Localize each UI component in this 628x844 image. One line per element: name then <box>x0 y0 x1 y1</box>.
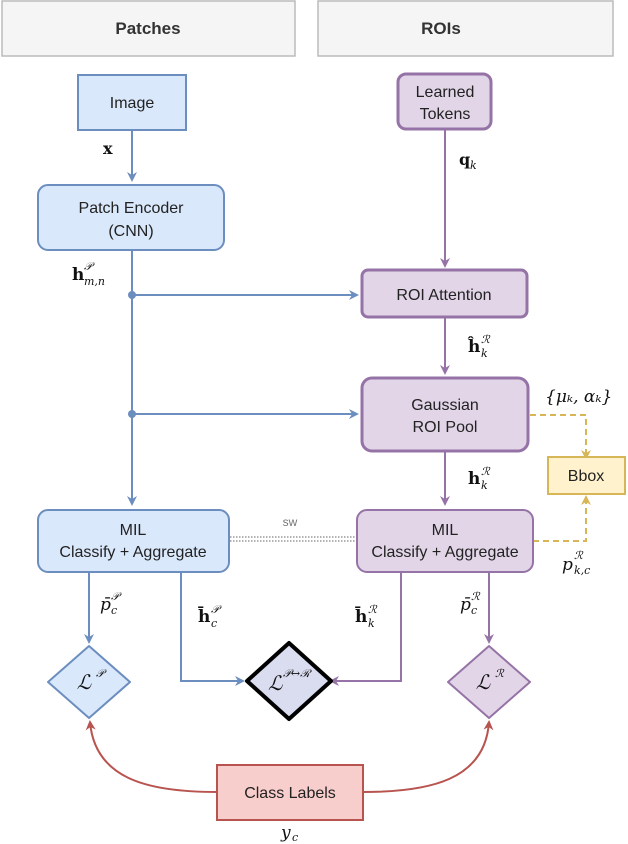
svg-text:ℒ: ℒ <box>476 670 491 694</box>
svg-text:q: q <box>459 150 470 169</box>
svg-text:ℒ: ℒ <box>268 671 283 695</box>
edge-pool-to-bbox <box>530 414 591 460</box>
svg-text:ĥ: ĥ <box>467 336 480 357</box>
label-h-mn: h 𝒫 m,n <box>72 260 105 288</box>
svg-text:c: c <box>211 617 217 630</box>
svg-text:c: c <box>471 604 477 617</box>
svg-text:ℛ: ℛ <box>495 667 505 680</box>
svg-text:k: k <box>470 159 477 172</box>
svg-text:h: h <box>468 469 480 489</box>
svg-text:Learned: Learned <box>416 84 475 101</box>
svg-text:c: c <box>111 604 117 617</box>
node-bbox: Bbox <box>547 456 626 495</box>
svg-text:MIL: MIL <box>432 522 459 539</box>
node-loss-r: ℒ ℛ <box>447 645 531 719</box>
svg-text:h̄: h̄ <box>198 606 210 627</box>
label-y-c: y c <box>280 823 298 844</box>
svg-text:ℒ: ℒ <box>77 670 92 694</box>
svg-text:ROI Pool: ROI Pool <box>413 419 478 436</box>
svg-text:ℛ: ℛ <box>481 333 491 346</box>
edge-labels-to-loss-p <box>85 720 218 793</box>
node-mil-right: MIL Classify + Aggregate <box>356 509 534 573</box>
svg-text:k: k <box>481 479 488 492</box>
label-h-bar-right: h̄ ℛ k <box>355 603 378 630</box>
svg-text:MIL: MIL <box>120 522 147 539</box>
svg-text:𝒫: 𝒫 <box>111 590 122 603</box>
svg-text:h̄: h̄ <box>355 606 367 627</box>
svg-text:ℛ: ℛ <box>368 603 378 616</box>
label-p-bar-right: p̄ ℛ c <box>460 590 481 617</box>
svg-text:ROI Attention: ROI Attention <box>396 287 491 304</box>
label-mu-alpha: {μₖ, αₖ} <box>545 387 612 407</box>
label-h-k: h ℛ k <box>468 465 491 492</box>
node-gaussian-roi-pool: Gaussian ROI Pool <box>360 376 530 453</box>
label-p-bar-left: p̄ 𝒫 c <box>100 590 122 617</box>
label-q-k: q k <box>459 150 477 172</box>
diagram-canvas: Patches ROIs sw Image Learned Tokens Pat… <box>1 0 626 844</box>
svg-text:p̄: p̄ <box>460 595 471 615</box>
svg-text:Tokens: Tokens <box>420 106 471 123</box>
node-image: Image <box>77 74 187 131</box>
svg-text:m,n: m,n <box>84 275 105 288</box>
node-loss-pr: ℒ 𝒫↔ℛ <box>245 641 333 721</box>
sw-label: sw <box>283 515 298 529</box>
svg-text:h: h <box>72 265 84 285</box>
svg-text:k,c: k,c <box>574 564 590 577</box>
header-patches-label: Patches <box>115 19 180 38</box>
edge-mil-to-bbox <box>533 495 591 542</box>
svg-text:ℛ: ℛ <box>574 549 584 562</box>
svg-text:Patch Encoder: Patch Encoder <box>79 200 185 217</box>
svg-text:p: p <box>562 555 573 575</box>
svg-text:𝒫↔ℛ: 𝒫↔ℛ <box>283 667 312 680</box>
label-h-bar-left: h̄ 𝒫 c <box>198 603 222 630</box>
edge-labels-to-loss-r <box>362 720 494 793</box>
header-rois-label: ROIs <box>421 19 461 38</box>
label-x: x <box>103 139 113 158</box>
svg-text:𝒫: 𝒫 <box>84 260 95 273</box>
label-h-hat-k: ĥ ℛ k <box>467 333 491 360</box>
svg-text:Gaussian: Gaussian <box>411 397 479 414</box>
node-patch-encoder: Patch Encoder (CNN) <box>37 184 225 251</box>
svg-text:𝒫: 𝒫 <box>211 603 222 616</box>
node-learned-tokens: Learned Tokens <box>396 72 493 131</box>
svg-text:Image: Image <box>110 95 155 112</box>
svg-text:c: c <box>292 831 298 844</box>
node-roi-attention: ROI Attention <box>360 268 529 319</box>
header-patches: Patches <box>1 0 296 57</box>
svg-text:Classify + Aggregate: Classify + Aggregate <box>371 544 518 561</box>
header-rois: ROIs <box>317 0 614 57</box>
svg-text:y: y <box>280 823 291 843</box>
svg-text:(CNN): (CNN) <box>108 223 153 240</box>
label-p-kc: p ℛ k,c <box>562 549 590 577</box>
node-mil-left: MIL Classify + Aggregate <box>37 509 230 573</box>
svg-text:Classify + Aggregate: Classify + Aggregate <box>59 544 206 561</box>
svg-text:ℛ: ℛ <box>481 465 491 478</box>
svg-text:k: k <box>368 617 375 630</box>
node-class-labels: Class Labels <box>216 764 364 821</box>
svg-text:Bbox: Bbox <box>568 468 604 485</box>
svg-text:k: k <box>481 347 488 360</box>
svg-text:p̄: p̄ <box>100 595 111 615</box>
svg-text:ℛ: ℛ <box>471 590 481 603</box>
svg-text:Class Labels: Class Labels <box>244 785 336 802</box>
node-loss-p: ℒ 𝒫 <box>47 645 131 719</box>
